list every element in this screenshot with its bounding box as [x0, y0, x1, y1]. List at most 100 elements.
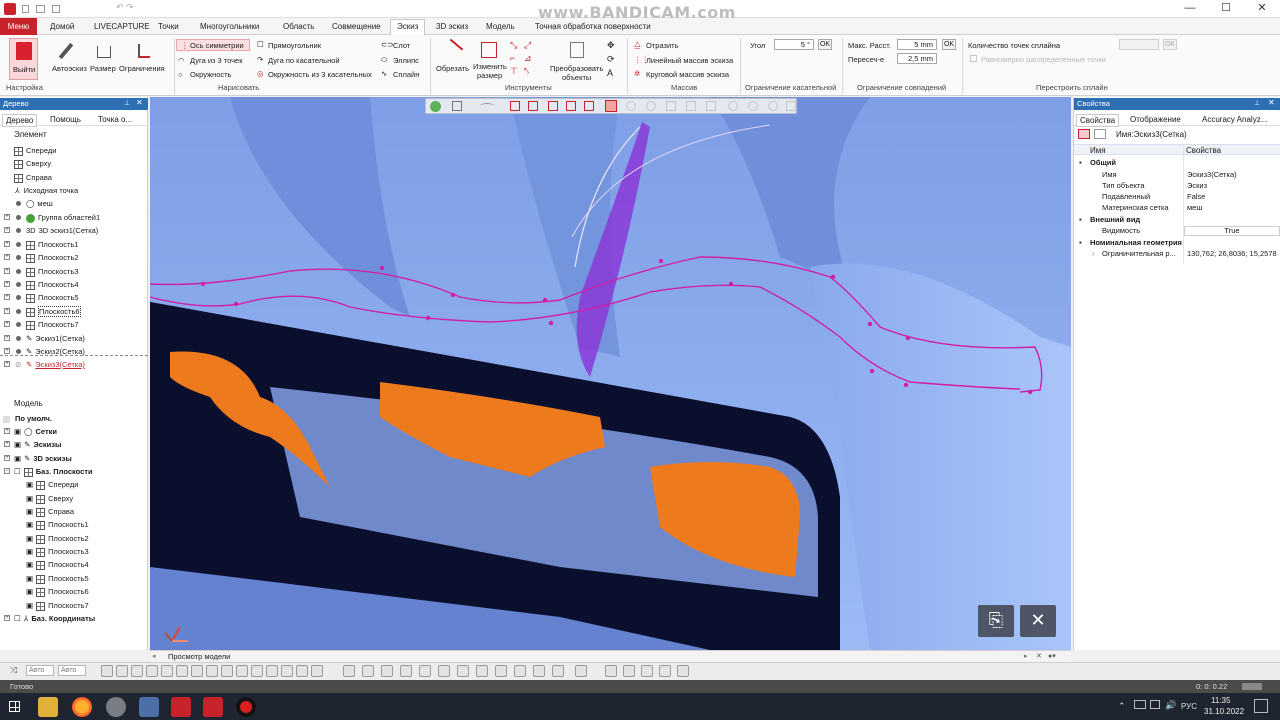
offset-icon[interactable]: ⤢ [524, 40, 531, 51]
expand-icon[interactable]: + [4, 615, 10, 621]
tree-item-plane6[interactable]: + Плоскость6 [0, 305, 81, 318]
select-filter-icon-7[interactable] [191, 665, 203, 677]
model-item-plane1[interactable]: ▣ Плоскость1 [0, 518, 89, 531]
tab-polygons[interactable]: Многоугольники [200, 20, 259, 34]
scene-icon[interactable] [430, 101, 441, 112]
spline-points-input[interactable] [1119, 39, 1159, 50]
minimize-button[interactable]: — [1172, 0, 1208, 18]
network-icon[interactable] [1150, 700, 1160, 709]
model-item-3d-sketches[interactable]: + ▣ ✎ 3D эскизы [0, 452, 72, 465]
convert-icon[interactable]: ⤣ [524, 66, 529, 77]
expand-icon[interactable]: + [4, 241, 10, 247]
checkbox-icon[interactable]: ▣ [26, 520, 33, 529]
tree-item-plane7[interactable]: + Плоскость7 [0, 318, 79, 331]
expand-icon[interactable]: + [4, 281, 10, 287]
select-filter-icon-1[interactable] [101, 665, 113, 677]
visibility-icon[interactable] [16, 349, 21, 354]
select-filter-icon-12[interactable] [266, 665, 278, 677]
select-filter-icon-3[interactable] [131, 665, 143, 677]
tab-livecapture[interactable]: LIVECAPTURE [94, 20, 150, 34]
tree-item-front[interactable]: Спереди [0, 144, 56, 157]
ellipse-button[interactable]: Эллипс [393, 56, 419, 65]
tray-chevron-icon[interactable]: ⌃ [1118, 701, 1126, 712]
app-icon-3[interactable] [106, 697, 126, 717]
arc-3points-button[interactable]: Дуга из 3 точек [190, 56, 243, 65]
model-item-default[interactable]: По умолч. [0, 412, 52, 425]
visibility-icon[interactable] [16, 309, 21, 314]
expand-icon[interactable]: › [1092, 248, 1095, 259]
model-item-ref-coords[interactable]: + ☐ ⅄ Баз. Координаты [0, 612, 95, 625]
view-icon-7[interactable] [457, 665, 469, 677]
view-icon-3[interactable] [381, 665, 393, 677]
tree-item-origin[interactable]: ⅄ Исходная точка [0, 184, 78, 197]
select-filter-icon-15[interactable] [311, 665, 323, 677]
prop-row-suppressed[interactable]: Подавленный False [1074, 191, 1280, 202]
model-item-plane7[interactable]: ▣ Плоскость7 [0, 599, 89, 612]
select-filter-icon-14[interactable] [296, 665, 308, 677]
tab-region[interactable]: Область [283, 20, 314, 34]
expand-icon[interactable]: + [4, 308, 10, 314]
checkbox-icon[interactable]: ▣ [26, 534, 33, 543]
tree-item-plane3[interactable]: + Плоскость3 [0, 265, 79, 278]
checkbox-icon[interactable]: ▣ [14, 427, 21, 436]
maximize-button[interactable]: ☐ [1208, 0, 1244, 18]
view-icon-1[interactable] [343, 665, 355, 677]
file-explorer-icon[interactable] [38, 697, 58, 717]
expand-icon[interactable]: + [4, 361, 10, 367]
model-item-front[interactable]: ▣ Спереди [0, 478, 79, 491]
view-icon-8[interactable] [476, 665, 488, 677]
main-menu-button[interactable]: Меню [0, 18, 37, 35]
mesh-scene[interactable] [150, 97, 1071, 650]
filter-select-2[interactable]: Авто [58, 665, 86, 676]
scroll-right-icon[interactable]: ▸ [1024, 652, 1028, 660]
expand-icon[interactable]: + [4, 268, 10, 274]
view-icon-11[interactable] [533, 665, 545, 677]
model-item-plane3[interactable]: ▣ Плоскость3 [0, 545, 89, 558]
undo-icon[interactable]: ↶ [116, 2, 124, 13]
checkbox-icon[interactable]: ▣ [26, 494, 33, 503]
plane-select-icon[interactable] [510, 101, 520, 111]
tab-3d-sketch[interactable]: 3D эскиз [436, 20, 468, 34]
prop-row-name[interactable]: Имя Эскиз3(Сетка) [1074, 169, 1280, 180]
expand-icon[interactable]: + [4, 214, 10, 220]
tab-sketch[interactable]: Эскиз [390, 19, 426, 35]
new-file-icon[interactable] [22, 5, 29, 13]
checkbox-icon[interactable]: ▣ [26, 560, 33, 569]
design-x-icon[interactable] [203, 697, 223, 717]
prop-row-visibility[interactable]: Видимость True [1074, 225, 1280, 236]
constraints-button[interactable]: Ограничения [118, 40, 170, 76]
tab-home[interactable]: Домой [50, 20, 74, 34]
collapse-icon[interactable]: − [4, 468, 10, 474]
solidworks-icon[interactable] [171, 697, 191, 717]
firefox-icon[interactable] [72, 697, 92, 717]
select-filter-icon-10[interactable] [236, 665, 248, 677]
prop-group-appearance[interactable]: ▪ Внешний вид [1074, 214, 1280, 225]
view-icon-9[interactable] [495, 665, 507, 677]
prop-row-type[interactable]: Тип объекта Эскиз [1074, 180, 1280, 191]
model-item-top[interactable]: ▣ Сверху [0, 492, 73, 505]
clock-date[interactable]: 31.10.2022 [1204, 707, 1244, 716]
brush-select-icon[interactable] [646, 101, 656, 111]
visibility-icon[interactable] [16, 215, 21, 220]
rectangle-button[interactable]: Прямоугольник [268, 41, 321, 50]
tab-points[interactable]: Точки [158, 20, 179, 34]
model-item-plane4[interactable]: ▣ Плоскость4 [0, 558, 89, 571]
scale-icon[interactable]: A [607, 68, 613, 78]
face-select-icon[interactable] [528, 101, 538, 111]
model-item-sketches[interactable]: + ▣ ✎ Эскизы [0, 438, 61, 451]
visibility-icon[interactable] [16, 282, 21, 287]
visibility-icon[interactable] [16, 228, 21, 233]
view-icon-4[interactable] [400, 665, 412, 677]
clock-time[interactable]: 11:35 [1211, 696, 1230, 705]
lasso-select-icon[interactable] [626, 101, 636, 111]
measure-icon-5[interactable] [677, 665, 689, 677]
save-icon[interactable] [52, 5, 60, 13]
sort-category-icon[interactable] [1078, 129, 1090, 139]
windows-start-icon[interactable] [9, 701, 20, 712]
expand-icon[interactable]: + [4, 348, 10, 354]
move-icon[interactable]: ✥ [607, 40, 615, 51]
spline-points-ok-button[interactable]: OK [1163, 39, 1177, 50]
region-select-icon[interactable] [548, 101, 558, 111]
view-icon-10[interactable] [514, 665, 526, 677]
mirror-button[interactable]: Отразить [646, 41, 679, 50]
